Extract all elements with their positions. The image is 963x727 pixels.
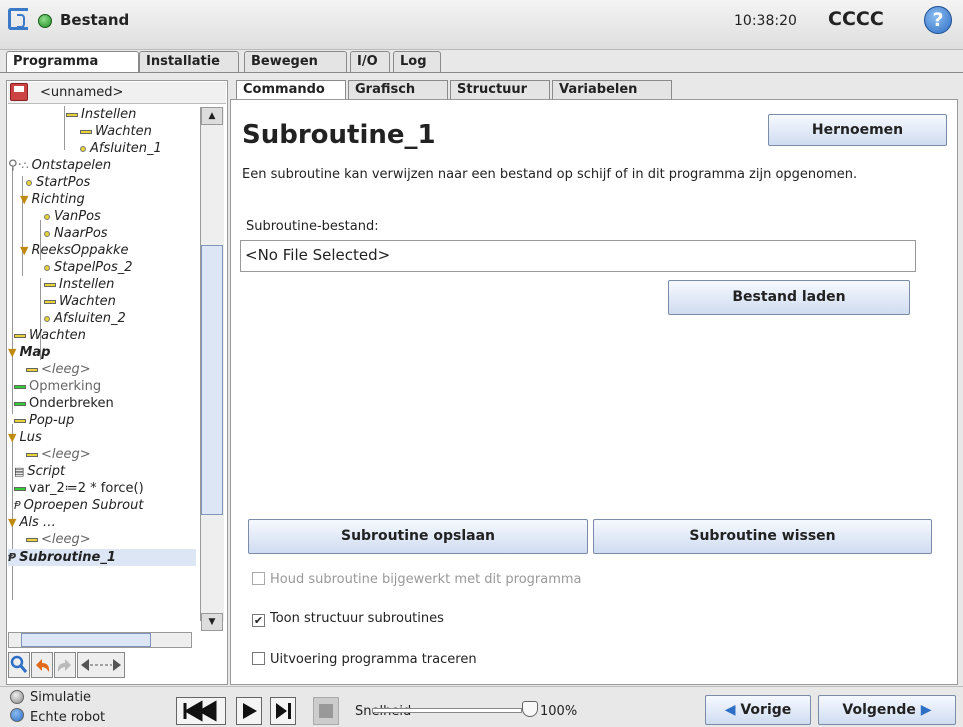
tree-item[interactable]: Onderbreken — [14, 395, 114, 412]
tree-item[interactable]: Instellen — [44, 276, 114, 293]
help-icon[interactable]: ? — [924, 6, 952, 34]
tab-structuur[interactable]: Structuur — [450, 80, 550, 100]
tree-item[interactable]: NaarPos — [44, 225, 108, 242]
tree-item[interactable]: Afsluiten_1 — [80, 140, 162, 157]
rename-button[interactable]: Hernoemen — [768, 114, 947, 146]
tree-item[interactable]: VanPos — [44, 208, 101, 225]
description-text: Een subroutine kan verwijzen naar een be… — [242, 167, 858, 182]
tree-item[interactable]: var_2≔2 * force() — [14, 480, 144, 497]
tree-item[interactable]: ▼ ReeksOppakke — [20, 242, 129, 259]
tree-item-selected[interactable]: Ᵽ Subroutine_1 — [8, 549, 196, 566]
robot-status-icon — [38, 14, 52, 28]
command-panel — [230, 99, 958, 685]
clock: 10:38:20 — [734, 13, 797, 29]
checkbox-icon — [252, 652, 265, 665]
tree-item[interactable]: ▼ Als … — [8, 514, 56, 531]
rewind-icon[interactable] — [176, 697, 226, 725]
robot-name: CCCC — [828, 8, 884, 30]
scrollbar-thumb[interactable] — [201, 245, 223, 515]
file-label: Subroutine-bestand: — [246, 219, 379, 234]
trace-execution-checkbox[interactable]: Uitvoering programma traceren — [252, 652, 477, 667]
tabs-divider — [0, 72, 963, 73]
tree-toolbar — [8, 652, 226, 682]
tab-installatie[interactable]: Installatie — [139, 51, 239, 73]
program-name: <unnamed> — [40, 85, 124, 100]
tab-grafisch[interactable]: Grafisch — [348, 80, 448, 100]
save-subroutine-button[interactable]: Subroutine opslaan — [248, 519, 588, 554]
show-structure-checkbox[interactable]: ✔ Toon structuur subroutines — [252, 611, 444, 627]
real-robot-radio[interactable] — [10, 708, 24, 722]
checked-box-icon: ✔ — [252, 614, 265, 627]
tree-item[interactable]: Instellen — [66, 106, 136, 123]
tree-item[interactable]: Afsluiten_2 — [44, 310, 126, 327]
real-robot-label: Echte robot — [30, 710, 106, 725]
tree-item[interactable]: ▤ Script — [14, 463, 65, 480]
tree-item[interactable]: StartPos — [26, 174, 90, 191]
tab-log[interactable]: Log — [393, 51, 441, 73]
page-title: Subroutine_1 — [242, 120, 436, 150]
tree-item[interactable]: Pop-up — [14, 412, 74, 429]
arrow-right-icon: ▶ — [920, 702, 932, 718]
simulation-label: Simulatie — [30, 690, 92, 705]
tree-item[interactable]: ▼ Lus — [8, 429, 42, 446]
tree-item[interactable]: ▼ Map — [8, 344, 50, 361]
simulation-radio[interactable] — [10, 690, 24, 704]
previous-button[interactable]: ◀ Vorige — [705, 695, 811, 725]
tab-commando[interactable]: Commando — [236, 80, 346, 100]
horizontal-scrollbar-thumb[interactable] — [21, 633, 151, 647]
scroll-down-icon[interactable]: ▼ — [201, 613, 223, 631]
load-file-button[interactable]: Bestand laden — [668, 280, 910, 315]
step-icon[interactable] — [270, 697, 296, 725]
scroll-up-icon[interactable]: ▲ — [201, 107, 223, 125]
tree-item[interactable]: Wachten — [44, 293, 116, 310]
save-program-icon[interactable] — [10, 83, 28, 101]
arrow-left-icon: ◀ — [724, 702, 736, 718]
tree-item[interactable]: Wachten — [14, 327, 86, 344]
tree-item[interactable]: ▼ Richting — [20, 191, 85, 208]
speed-value: 100% — [540, 704, 578, 719]
move-arrows-icon[interactable] — [77, 652, 125, 678]
play-icon[interactable] — [236, 697, 262, 725]
tree-item[interactable]: <leeg> — [26, 361, 91, 378]
search-icon[interactable] — [8, 652, 30, 678]
tree-item[interactable]: Opmerking — [14, 378, 101, 395]
program-tree: Instellen Wachten Afsluiten_1 ⚲·∴ Ontstap… — [8, 106, 198, 620]
next-button[interactable]: Volgende ▶ — [818, 695, 956, 725]
speed-slider-thumb[interactable] — [522, 701, 538, 717]
tree-item[interactable]: ⚲·∴ Ontstapelen — [8, 157, 111, 174]
tab-io[interactable]: I/O — [350, 51, 390, 73]
undo-icon[interactable] — [31, 652, 53, 678]
tree-item[interactable]: StapelPos_2 — [44, 259, 133, 276]
speed-slider[interactable] — [372, 708, 522, 713]
tree-item[interactable]: <leeg> — [26, 446, 91, 463]
tab-programma[interactable]: Programma — [6, 51, 139, 73]
checkbox-icon — [252, 572, 265, 585]
tab-bewegen[interactable]: Bewegen — [244, 51, 347, 73]
clear-subroutine-button[interactable]: Subroutine wissen — [593, 519, 932, 554]
tree-item[interactable]: <leeg> — [26, 531, 91, 548]
app-title: Bestand — [60, 11, 130, 29]
tree-item[interactable]: Wachten — [80, 123, 152, 140]
title-bar — [0, 0, 963, 50]
tab-variabelen[interactable]: Variabelen — [552, 80, 672, 100]
tree-item[interactable]: Ᵽ Oproepen Subrout — [14, 497, 143, 514]
redo-icon[interactable] — [54, 652, 76, 678]
stop-icon[interactable] — [313, 697, 339, 725]
ur-logo-icon — [8, 8, 28, 30]
keep-updated-checkbox[interactable]: Houd subroutine bijgewerkt met dit progr… — [252, 572, 582, 587]
subroutine-file-field[interactable]: <No File Selected> — [240, 240, 916, 272]
